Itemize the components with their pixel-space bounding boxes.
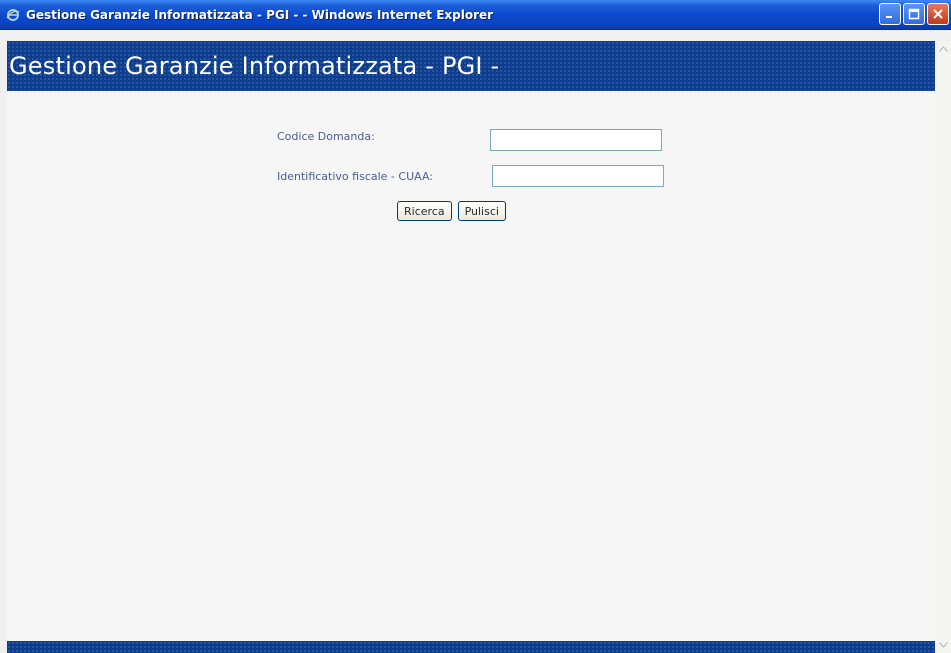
form-actions: Ricerca Pulisci	[397, 201, 506, 221]
ricerca-button[interactable]: Ricerca	[397, 201, 452, 221]
maximize-button[interactable]	[903, 3, 925, 25]
window-title: Gestione Garanzie Informatizzata - PGI -…	[26, 7, 494, 22]
window-controls	[879, 3, 949, 25]
window-title-bar[interactable]: Gestione Garanzie Informatizzata - PGI -…	[0, 0, 951, 30]
codice-domanda-input[interactable]	[490, 129, 662, 151]
codice-domanda-row: Codice Domanda:	[277, 130, 490, 143]
minimize-icon	[884, 5, 896, 24]
close-icon	[932, 5, 944, 24]
window-frame	[0, 30, 951, 41]
page-content: Gestione Garanzie Informatizzata - PGI -…	[7, 41, 935, 653]
scroll-down-icon[interactable]	[937, 639, 949, 651]
page-title: Gestione Garanzie Informatizzata - PGI -	[9, 52, 500, 80]
ie-icon	[6, 8, 20, 22]
header-banner: Gestione Garanzie Informatizzata - PGI -	[7, 41, 935, 91]
maximize-icon	[908, 5, 920, 24]
close-button[interactable]	[927, 3, 949, 25]
cuaa-label: Identificativo fiscale - CUAA:	[277, 170, 433, 183]
cuaa-input[interactable]	[492, 165, 664, 187]
codice-domanda-label: Codice Domanda:	[277, 130, 375, 143]
footer-banner	[7, 641, 935, 653]
cuaa-row: Identificativo fiscale - CUAA:	[277, 170, 433, 183]
scroll-up-icon[interactable]	[937, 43, 949, 55]
window-frame-left	[0, 30, 7, 653]
minimize-button[interactable]	[879, 3, 901, 25]
pulisci-button[interactable]: Pulisci	[457, 201, 506, 221]
vertical-scrollbar[interactable]	[935, 41, 951, 653]
